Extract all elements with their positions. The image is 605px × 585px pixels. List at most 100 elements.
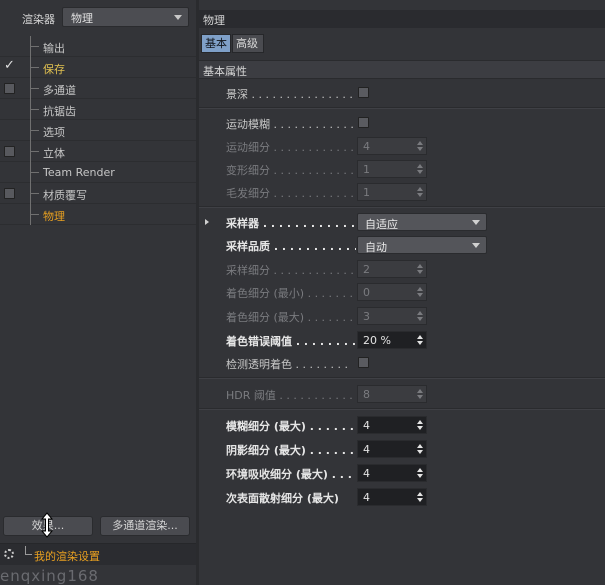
row-sampler: 采样器 . . . . . . . . . . . . . 自适应 — [199, 210, 605, 233]
tree-item-stereo[interactable]: 立体 — [0, 141, 196, 162]
detect-transparent-label: 检测透明着色 . . . . . . . . — [226, 358, 348, 371]
row-motion-subdivision: 运动细分 . . . . . . . . . . . . 4 — [199, 134, 605, 157]
sss-subdivision-value: 4 — [363, 491, 370, 504]
hdr-threshold-field[interactable]: 8 — [357, 385, 427, 403]
spinner-icon[interactable] — [417, 287, 423, 297]
spinner-icon[interactable] — [417, 492, 423, 502]
shading-subdivision-min-value: 0 — [363, 286, 370, 299]
tree-item-multipass[interactable]: 多通道 — [0, 78, 196, 99]
row-sampling-quality: 采样品质 . . . . . . . . . . . . 自动 — [199, 233, 605, 256]
spinner-icon[interactable] — [417, 187, 423, 197]
motion-blur-checkbox[interactable] — [358, 117, 369, 128]
enable-checkbox[interactable] — [4, 188, 15, 199]
tree-branch — [30, 109, 39, 110]
separator — [199, 107, 605, 109]
spinner-icon[interactable] — [417, 164, 423, 174]
tree-branch — [30, 151, 39, 152]
shading-subdivision-min-field[interactable]: 0 — [357, 283, 427, 301]
spinner-icon[interactable] — [417, 444, 423, 454]
deform-subdivision-label: 变形细分 . . . . . . . . . . . . — [226, 164, 354, 177]
tree-item-label: 保存 — [43, 63, 65, 76]
shading-subdivision-max-field[interactable]: 3 — [357, 307, 427, 325]
tree-item-team-render[interactable]: Team Render — [0, 162, 196, 183]
row-shading-error-threshold: 着色错误阈值 . . . . . . . . 20 % — [199, 328, 605, 351]
render-setting-item[interactable]: 我的渲染设置 — [0, 543, 196, 565]
renderer-bar: 渲染器 物理 — [0, 0, 196, 32]
tree-item-output[interactable]: 输出 — [0, 36, 196, 57]
panel-title-bar: 物理 — [199, 10, 605, 28]
spinner-icon[interactable] — [417, 389, 423, 399]
tree-branch — [30, 88, 39, 89]
shading-error-threshold-value: 20 % — [363, 334, 391, 347]
row-hdr-threshold: HDR 阈值 . . . . . . . . . . . . 8 — [199, 382, 605, 405]
tree-item-save[interactable]: ✓ 保存 — [0, 57, 196, 78]
tree-item-options[interactable]: 选项 — [0, 120, 196, 141]
sampler-dropdown[interactable]: 自适应 — [357, 213, 487, 231]
row-ao-subdivision: 环境吸收细分 (最大) . . . . 4 — [199, 461, 605, 484]
spinner-icon[interactable] — [417, 264, 423, 274]
renderer-label: 渲染器 — [22, 13, 55, 26]
render-settings-sidebar: 渲染器 物理 输出 ✓ 保存 多通道 抗锯齿 选项 立体 Team Render… — [0, 0, 196, 585]
enable-checkbox[interactable] — [4, 146, 15, 157]
shading-error-threshold-label: 着色错误阈值 . . . . . . . . — [226, 335, 356, 348]
tree-item-label: 立体 — [43, 147, 65, 160]
tree-item-label: 物理 — [43, 210, 65, 223]
tree-item-label: 抗锯齿 — [43, 105, 76, 118]
row-deform-subdivision: 变形细分 . . . . . . . . . . . . 1 — [199, 157, 605, 180]
spinner-icon[interactable] — [417, 311, 423, 321]
shading-error-threshold-field[interactable]: 20 % — [357, 331, 427, 349]
tree-item-physical[interactable]: 物理 — [0, 204, 196, 225]
physical-settings-panel: 物理 基本 高级 基本属性 景深 . . . . . . . . . . . .… — [199, 0, 605, 585]
sampling-subdivision-value: 2 — [363, 263, 370, 276]
tree-item-material-override[interactable]: 材质覆写 — [0, 183, 196, 204]
hair-subdivision-field[interactable]: 1 — [357, 183, 427, 201]
sampler-value: 自适应 — [365, 218, 398, 231]
shadow-subdivision-field[interactable]: 4 — [357, 440, 427, 458]
chevron-down-icon — [174, 15, 182, 20]
row-sampling-subdivision: 采样细分 . . . . . . . . . . . . 2 — [199, 257, 605, 280]
motion-subdivision-label: 运动细分 . . . . . . . . . . . . — [226, 141, 354, 154]
tree-item-label: 选项 — [43, 126, 65, 139]
motion-subdivision-field[interactable]: 4 — [357, 137, 427, 155]
spinner-icon[interactable] — [417, 420, 423, 430]
depth-of-field-label: 景深 . . . . . . . . . . . . . . . — [226, 88, 353, 101]
deform-subdivision-field[interactable]: 1 — [357, 160, 427, 178]
expand-arrow-icon[interactable] — [205, 219, 209, 225]
row-motion-blur: 运动模糊 . . . . . . . . . . . . — [199, 111, 605, 134]
sampler-label: 采样器 . . . . . . . . . . . . . — [226, 217, 356, 230]
panel-title: 物理 — [203, 14, 225, 27]
spinner-icon[interactable] — [417, 335, 423, 345]
blur-subdivision-field[interactable]: 4 — [357, 416, 427, 434]
renderer-select-value: 物理 — [71, 12, 93, 25]
section-title: 基本属性 — [203, 65, 247, 78]
sampling-quality-dropdown[interactable]: 自动 — [357, 236, 487, 254]
hdr-threshold-label: HDR 阈值 . . . . . . . . . . . . — [226, 389, 356, 402]
ao-subdivision-field[interactable]: 4 — [357, 464, 427, 482]
tree-item-antialiasing[interactable]: 抗锯齿 — [0, 99, 196, 120]
detect-transparent-checkbox[interactable] — [358, 357, 369, 368]
section-header[interactable]: 基本属性 — [199, 60, 605, 79]
enable-checkbox[interactable] — [4, 83, 15, 94]
hair-subdivision-label: 毛发细分 . . . . . . . . . . . . — [226, 187, 354, 200]
tree-item-label: 多通道 — [43, 84, 76, 97]
row-depth-of-field: 景深 . . . . . . . . . . . . . . . — [199, 81, 605, 104]
motion-blur-label: 运动模糊 . . . . . . . . . . . . — [226, 118, 354, 131]
spinner-icon[interactable] — [417, 468, 423, 478]
chevron-down-icon — [472, 220, 480, 225]
sampling-quality-value: 自动 — [365, 241, 387, 254]
render-setting-name: 我的渲染设置 — [34, 550, 100, 563]
row-shading-subdivision-max: 着色细分 (最大) . . . . . . . . 3 — [199, 304, 605, 327]
blur-subdivision-label: 模糊细分 (最大) . . . . . . . . — [226, 420, 356, 433]
tree-branch — [30, 46, 39, 47]
tree-branch — [30, 67, 39, 68]
sss-subdivision-field[interactable]: 4 — [357, 488, 427, 506]
renderer-select[interactable]: 物理 — [62, 7, 189, 27]
sampling-subdivision-field[interactable]: 2 — [357, 260, 427, 278]
depth-of-field-checkbox[interactable] — [358, 87, 369, 98]
multipass-render-button[interactable]: 多通道渲染... — [100, 516, 190, 536]
sampling-quality-label: 采样品质 . . . . . . . . . . . . — [226, 240, 356, 253]
tab-advanced[interactable]: 高级 — [232, 34, 264, 53]
spinner-icon[interactable] — [417, 141, 423, 151]
tab-basic[interactable]: 基本 — [201, 34, 231, 53]
checkmark-icon[interactable]: ✓ — [4, 58, 15, 73]
